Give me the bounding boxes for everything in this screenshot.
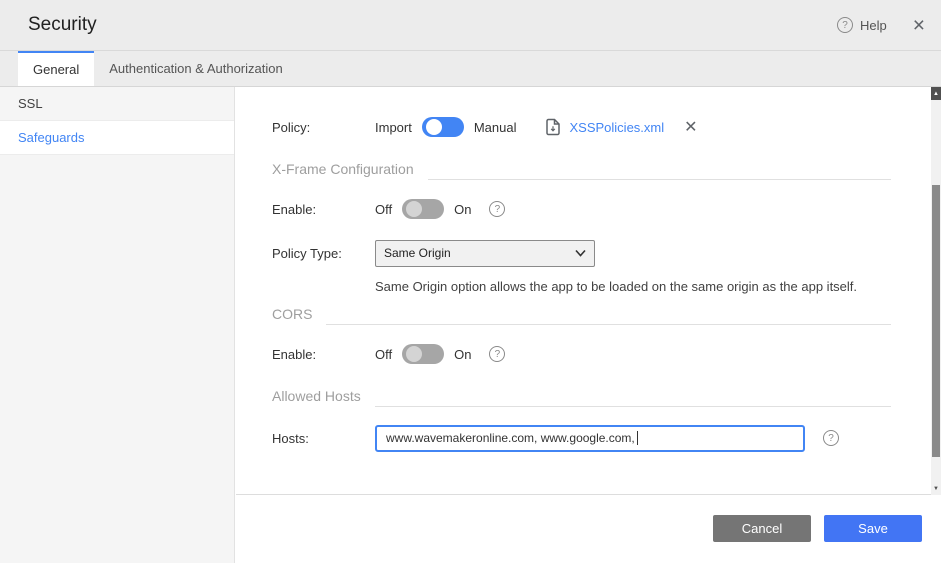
cors-section-heading: CORS [272,306,891,325]
sidebar-item-safeguards[interactable]: Safeguards [0,121,234,155]
xframe-help-icon[interactable]: ? [489,201,506,217]
settings-content: Policy: Import Manual XSSPolicies.xml ✕ … [236,107,931,460]
header-actions: ? Help × [836,15,925,36]
help-icon[interactable]: ? [836,17,853,33]
remove-file-icon[interactable]: ✕ [684,117,697,137]
policy-import-manual-toggle[interactable] [421,117,464,137]
xframe-off-label[interactable]: Off [375,202,392,217]
settings-panel: Policy: Import Manual XSSPolicies.xml ✕ … [236,87,931,495]
section-divider [374,405,891,407]
policy-type-value: Same Origin [384,246,451,260]
hosts-label: Hosts: [272,430,309,446]
hosts-help-icon[interactable]: ? [823,430,839,446]
cors-on-label[interactable]: On [454,347,471,362]
toggle-knob [406,201,423,217]
toggle-knob [425,119,442,135]
cors-enable-row: Enable: Off On ? [272,334,891,374]
close-icon[interactable]: × [913,15,925,36]
toggle-knob [406,346,423,362]
help-link[interactable]: Help [860,18,887,33]
sidebar-item-ssl[interactable]: SSL [0,87,234,121]
xframe-enable-toggle[interactable] [402,199,445,219]
cors-heading-text: CORS [272,306,313,322]
cancel-button[interactable]: Cancel [713,515,811,542]
text-cursor [636,431,638,445]
policy-file-group: XSSPolicies.xml ✕ [544,117,698,137]
xframe-enable-row: Enable: Off On ? [272,189,891,229]
hosts-input-value: www.wavemakeronline.com, www.google.com, [386,431,635,445]
policy-file-link[interactable]: XSSPolicies.xml [569,120,664,135]
sidebar: SSL Safeguards [0,87,235,563]
section-divider [326,323,891,325]
xframe-heading-text: X-Frame Configuration [272,161,414,177]
dialog-header: Security ? Help × [0,0,941,51]
tab-bar: General Authentication & Authorization [0,51,941,87]
section-divider [427,178,891,180]
allowed-hosts-section-heading: Allowed Hosts [272,388,891,407]
cors-enable-toggle[interactable] [402,344,445,364]
cors-help-icon[interactable]: ? [489,346,506,362]
hosts-row: Hosts: www.wavemakeronline.com, www.goog… [272,416,891,460]
allowed-hosts-heading-text: Allowed Hosts [272,388,361,404]
chevron-down-icon [575,249,586,257]
xframe-on-label[interactable]: On [454,202,471,217]
scroll-down-icon[interactable]: ▼ [931,482,941,495]
cors-off-label[interactable]: Off [375,347,392,362]
policy-type-row: Policy Type: Same Origin [272,231,891,275]
security-dialog: Security ? Help × General Authentication… [0,0,941,563]
policy-type-helper-text: Same Origin option allows the app to be … [375,279,858,294]
policy-manual-label[interactable]: Manual [474,120,517,135]
scroll-up-icon[interactable]: ▲ [931,87,941,100]
policy-label: Policy: [272,119,311,135]
policy-type-label: Policy Type: [272,245,342,261]
xframe-enable-label: Enable: [272,201,317,217]
dialog-footer: Cancel Save [236,495,941,563]
vertical-scrollbar[interactable]: ▲ ▼ [931,87,941,495]
cors-enable-label: Enable: [272,346,317,362]
xframe-section-heading: X-Frame Configuration [272,161,891,180]
tab-general[interactable]: General [18,51,95,86]
policy-type-select[interactable]: Same Origin [375,239,595,267]
hosts-input[interactable]: www.wavemakeronline.com, www.google.com, [375,424,805,452]
tab-authentication-authorization[interactable]: Authentication & Authorization [94,51,297,86]
xss-policy-row: Policy: Import Manual XSSPolicies.xml ✕ [272,107,891,147]
save-button[interactable]: Save [824,515,922,542]
policy-import-label[interactable]: Import [375,120,412,135]
page-title: Security [28,14,97,35]
file-document-icon [544,118,562,136]
scrollbar-thumb[interactable] [932,185,940,457]
